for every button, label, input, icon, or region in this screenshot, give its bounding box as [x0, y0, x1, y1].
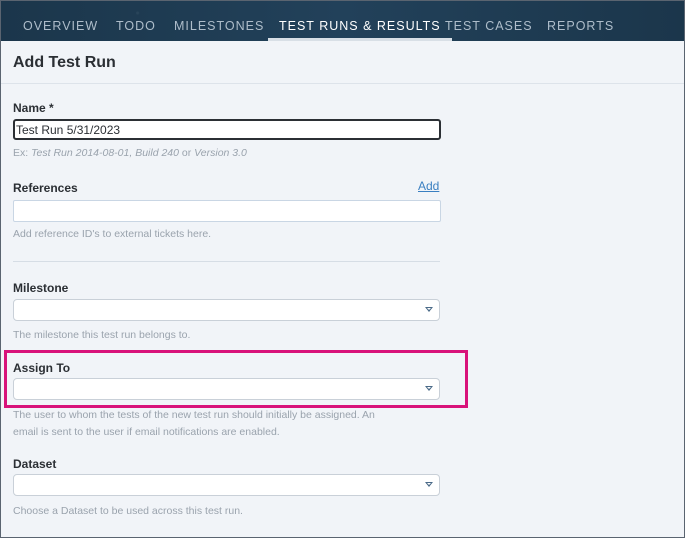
tab-test-cases[interactable]: TEST CASES [445, 1, 533, 41]
references-hint: Add reference ID's to external tickets h… [13, 228, 212, 240]
milestone-hint: The milestone this test run belongs to. [13, 329, 191, 341]
page-title: Add Test Run [13, 54, 116, 71]
name-field[interactable] [13, 119, 441, 140]
tab-milestones[interactable]: MILESTONES [174, 1, 264, 41]
top-navigation: OVERVIEW TODO MILESTONES TEST RUNS & RES… [1, 1, 684, 41]
assign-to-hint-line-1: The user to whom the tests of the new te… [13, 409, 375, 421]
add-reference-link[interactable]: Add [418, 179, 439, 193]
dataset-label: Dataset [13, 457, 57, 471]
dataset-select[interactable] [13, 474, 440, 496]
references-label: References [13, 181, 78, 195]
name-label: Name * [13, 101, 54, 115]
highlight-annotation [4, 350, 468, 408]
tab-test-runs-results[interactable]: TEST RUNS & RESULTS [268, 1, 452, 41]
name-hint: Ex: Test Run 2014-08-01, Build 240 or Ve… [13, 147, 247, 159]
milestone-select[interactable] [13, 299, 440, 321]
assign-to-hint-line-2: email is sent to the user if email notif… [13, 426, 280, 438]
chevron-down-icon [425, 482, 433, 487]
chevron-down-icon [425, 307, 433, 312]
tab-overview[interactable]: OVERVIEW [23, 1, 98, 41]
references-field[interactable] [13, 200, 441, 222]
dataset-hint: Choose a Dataset to be used across this … [13, 505, 243, 517]
tab-reports[interactable]: REPORTS [547, 1, 614, 41]
tab-todo[interactable]: TODO [116, 1, 156, 41]
section-divider [13, 261, 440, 262]
app-window: OVERVIEW TODO MILESTONES TEST RUNS & RES… [0, 0, 685, 538]
page-header: Add Test Run [1, 41, 684, 84]
milestone-label: Milestone [13, 281, 69, 295]
